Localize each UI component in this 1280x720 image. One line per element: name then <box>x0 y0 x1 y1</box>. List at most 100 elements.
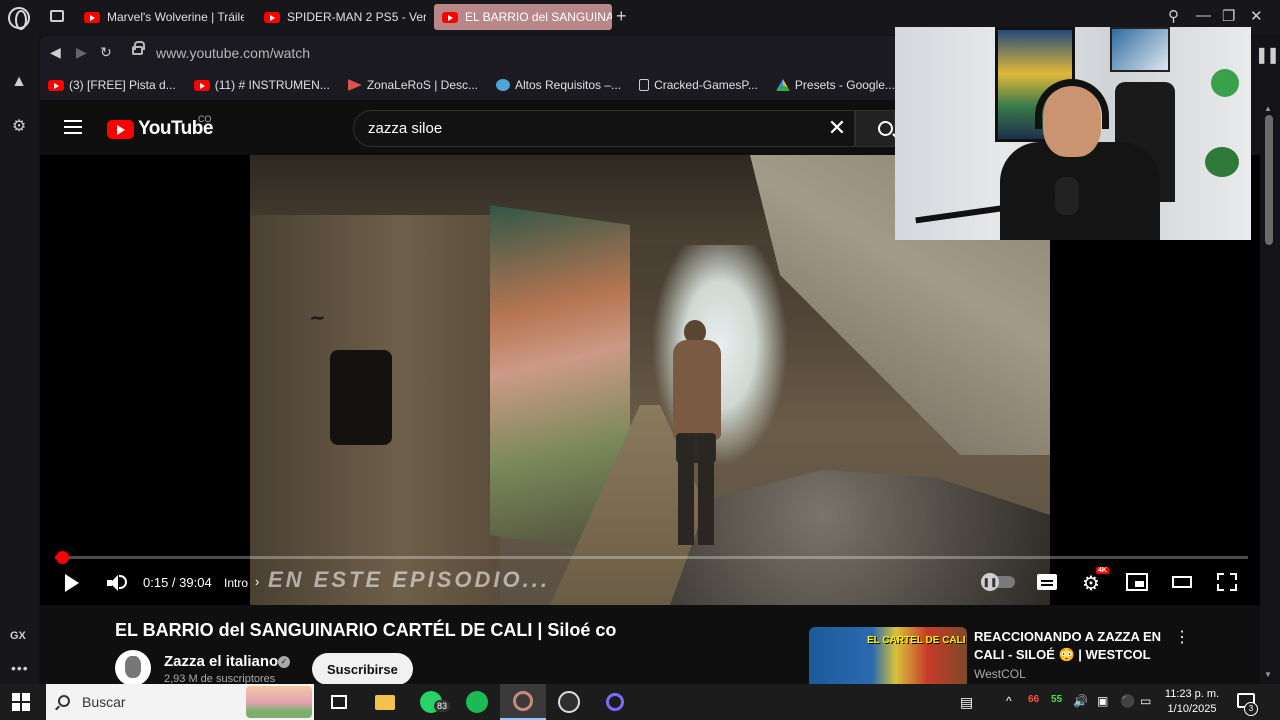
new-tab-plus-icon[interactable]: + <box>616 7 627 25</box>
chapter-label[interactable]: Intro <box>224 576 248 590</box>
bookmark-item[interactable]: Altos Requisitos –... <box>496 78 621 92</box>
scrollbar-thumb[interactable] <box>1265 115 1273 245</box>
clock-time: 11:23 p. m. <box>1164 688 1220 700</box>
news-icon[interactable]: ▤ <box>960 694 973 711</box>
scroll-down-icon[interactable]: ▼ <box>1264 670 1272 679</box>
fullscreen-icon[interactable] <box>1217 573 1237 591</box>
channel-avatar[interactable] <box>115 650 151 686</box>
chevron-up-icon[interactable]: ^ <box>1006 694 1012 708</box>
pause-icon: ❚❚ <box>981 573 999 591</box>
chevron-right-icon[interactable]: › <box>255 574 259 589</box>
whatsapp-button[interactable]: 83 <box>408 684 454 720</box>
cpu-temp: 66 <box>1028 694 1040 705</box>
settings-gear-icon[interactable]: ⚙ <box>9 117 29 137</box>
file-explorer-button[interactable] <box>362 684 408 720</box>
tab-spiderman[interactable]: SPIDER-MAN 2 PS5 - Ver <box>256 4 426 30</box>
progress-bar[interactable] <box>55 551 1248 564</box>
video-caption-overlay: EN ESTE EPISODIO... <box>268 567 550 592</box>
scene-walker-backpack <box>673 340 721 440</box>
progress-scrubber[interactable] <box>56 551 70 564</box>
recommended-title[interactable]: REACCIONANDO A ZAZZA EN CALI - SILOÉ 😳 |… <box>974 628 1164 664</box>
channel-name[interactable]: Zazza el italiano <box>164 653 278 670</box>
scroll-up-icon[interactable]: ▲ <box>1264 104 1272 113</box>
bookmark-label: ZonaLeRoS | Desc... <box>366 78 478 92</box>
recommended-channel[interactable]: WestCOL <box>974 667 1026 681</box>
restore-icon[interactable]: ❐ <box>1222 7 1235 25</box>
spotify-button[interactable] <box>454 684 500 720</box>
search-tabs-icon[interactable]: ⚲ <box>1168 7 1179 25</box>
bookmark-item[interactable]: (3) [FREE] Pista d... <box>48 78 176 92</box>
menu-icon[interactable] <box>64 120 82 134</box>
miniplayer-icon[interactable] <box>1126 573 1148 591</box>
play-icon[interactable] <box>65 574 79 592</box>
youtube-header: YouTube CO zazza siloe ✕ <box>40 100 895 155</box>
gx-control-label[interactable]: GX <box>10 630 26 642</box>
opera-gx-button[interactable] <box>500 684 546 720</box>
subtitles-icon[interactable] <box>1037 574 1057 590</box>
lock-icon[interactable] <box>132 41 145 55</box>
youtube-icon <box>84 11 100 23</box>
settings-icon[interactable]: ⚙ <box>1082 571 1100 596</box>
scene-wall-hole <box>330 350 392 445</box>
volume-tray-icon[interactable]: 🔊 <box>1073 694 1088 708</box>
globe-icon <box>496 79 510 91</box>
network-icon[interactable]: ▭ <box>1140 694 1151 708</box>
tray-app-icon[interactable]: ▣ <box>1097 694 1108 708</box>
youtube-icon <box>193 79 210 91</box>
aria-icon[interactable]: ▲ <box>9 72 29 92</box>
autoplay-toggle[interactable]: ❚❚ <box>981 573 1015 591</box>
bookmark-item[interactable]: ZonaLeRoS | Desc... <box>347 78 478 92</box>
browser-sidebar: ▲ ⚙ GX ••• <box>0 0 38 688</box>
sidebar-pause-icon[interactable]: ❚❚ <box>1255 45 1280 65</box>
webcam-overlay <box>895 27 1251 240</box>
more-options-icon[interactable]: ⋮ <box>1174 627 1190 647</box>
reload-icon[interactable]: ↻ <box>100 44 112 61</box>
forward-icon[interactable]: ▶ <box>76 44 87 61</box>
tab-label: EL BARRIO del SANGUINAR <box>465 10 612 24</box>
tab-sidebar-icon[interactable] <box>50 10 64 22</box>
windows-start-icon[interactable] <box>12 693 30 711</box>
scene-graffiti: ~ <box>308 304 326 333</box>
bookmark-item[interactable]: Cracked-GamesP... <box>639 78 758 92</box>
youtube-icon <box>48 79 64 91</box>
subscribe-button[interactable]: Suscribirse <box>312 653 413 685</box>
app-button[interactable] <box>592 684 638 720</box>
bookmark-item[interactable]: (11) # INSTRUMEN... <box>193 78 330 92</box>
gpu-temp: 55 <box>1051 694 1063 705</box>
recommended-thumbnail[interactable]: EL CARTEL DE CALI <box>809 627 967 688</box>
spotify-icon <box>466 691 488 713</box>
page-icon <box>639 79 650 91</box>
shelf-figure <box>1211 69 1239 97</box>
taskbar-search[interactable]: Buscar <box>46 684 314 720</box>
search-button[interactable] <box>855 110 895 147</box>
taskbar-clock[interactable]: 11:23 p. m. 1/10/2025 <box>1158 687 1226 717</box>
mic-tray-icon[interactable]: ⚫ <box>1120 694 1135 708</box>
microphone <box>1055 177 1079 215</box>
country-code: CO <box>198 114 212 124</box>
task-view-button[interactable] <box>316 684 362 720</box>
folder-icon <box>375 694 395 710</box>
clear-search-icon[interactable]: ✕ <box>824 115 850 141</box>
tab-label: SPIDER-MAN 2 PS5 - Ver <box>287 10 426 24</box>
search-icon <box>878 121 893 136</box>
obs-icon <box>558 691 580 713</box>
tab-barrio-active[interactable]: EL BARRIO del SANGUINAR <box>434 4 612 30</box>
back-icon[interactable]: ◀ <box>50 44 61 61</box>
obs-button[interactable] <box>546 684 592 720</box>
bookmarks-bar: (3) [FREE] Pista d... (11) # INSTRUMEN..… <box>40 70 895 100</box>
opera-gx-logo-icon[interactable] <box>8 7 30 30</box>
video-title: EL BARRIO del SANGUINARIO CARTÉL DE CALI… <box>115 620 617 640</box>
url-field[interactable]: www.youtube.com/watch <box>156 45 310 61</box>
close-window-icon[interactable]: ✕ <box>1250 7 1263 25</box>
more-icon[interactable]: ••• <box>11 660 29 676</box>
tab-wolverine[interactable]: Marvel's Wolverine | Tráile <box>76 4 244 30</box>
bookmark-item[interactable]: Presets - Google... <box>775 78 895 92</box>
search-highlight-art <box>246 686 312 718</box>
page-scrollbar[interactable]: ▲ ▼ <box>1261 104 1280 688</box>
minimize-icon[interactable]: — <box>1196 7 1211 24</box>
bookmark-label: (3) [FREE] Pista d... <box>69 78 176 92</box>
youtube-icon <box>442 11 458 23</box>
search-input[interactable]: zazza siloe ✕ <box>353 110 855 147</box>
theater-mode-icon[interactable] <box>1172 576 1192 588</box>
bookmark-label: Presets - Google... <box>794 78 895 92</box>
